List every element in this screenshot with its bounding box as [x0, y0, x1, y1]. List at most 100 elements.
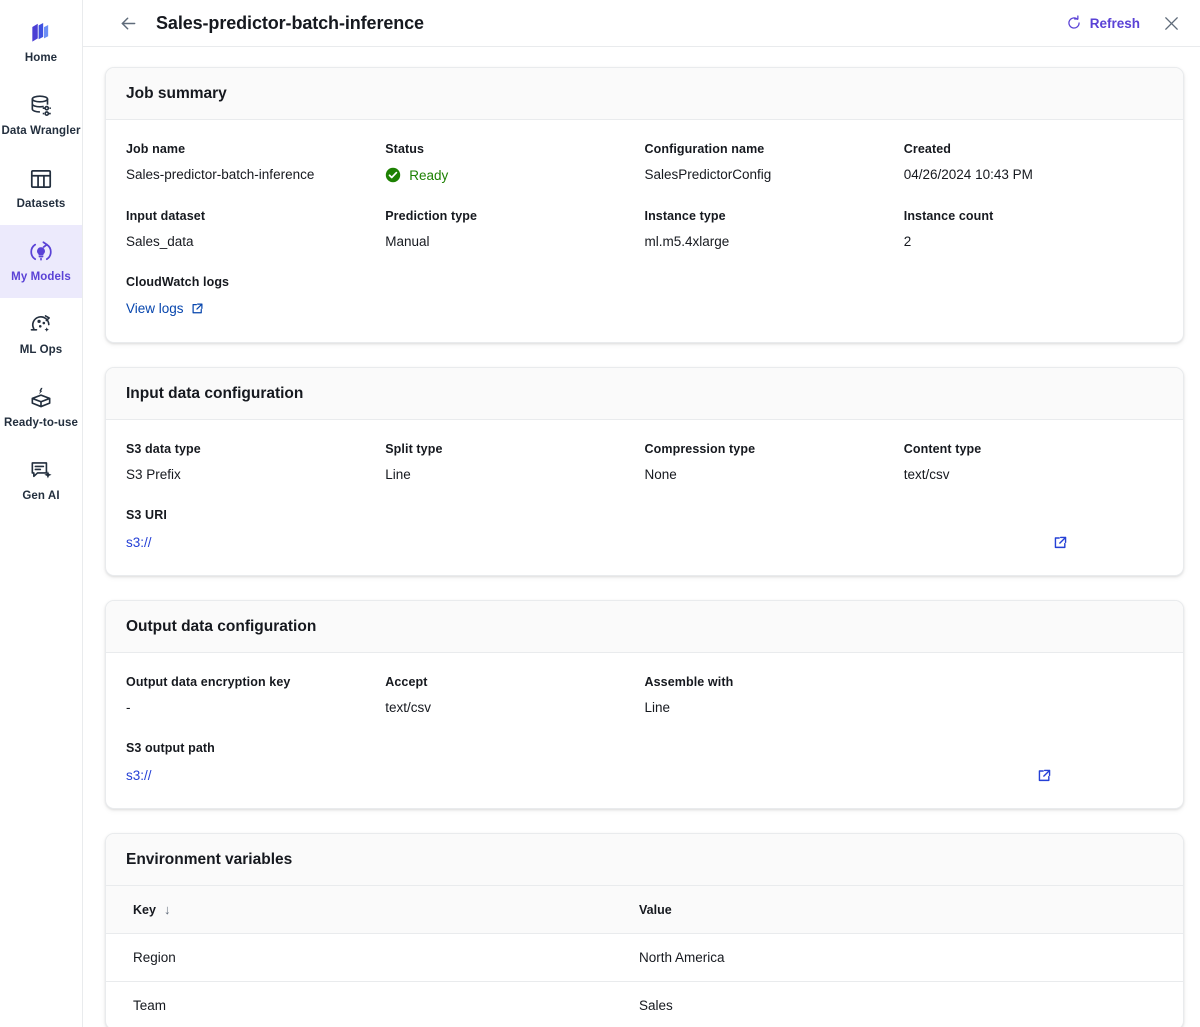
view-logs-link[interactable]: View logs	[126, 301, 204, 316]
field-label: S3 URI	[126, 508, 1163, 522]
field-label: Input dataset	[126, 209, 385, 223]
field-value: Sales_data	[126, 234, 385, 249]
app-root: Home Data Wrangler	[0, 0, 1200, 1027]
field-assemble-with: Assemble with Line	[645, 675, 904, 715]
field-label: Job name	[126, 142, 385, 156]
sidebar-item-label: My Models	[11, 272, 71, 284]
sidebar-item-label: Gen AI	[22, 491, 59, 503]
content-scroll-area: Job summary Job name Sales-predictor-bat…	[83, 47, 1200, 1027]
sidebar-item-label: Datasets	[17, 199, 66, 211]
table-header-row: Key ↓ Value	[106, 886, 1183, 934]
field-prediction-type: Prediction type Manual	[385, 209, 644, 249]
field-s3-uri: S3 URI s3://	[126, 508, 1163, 551]
s3-output-path-row: s3://	[126, 766, 1163, 784]
field-value: text/csv	[385, 700, 644, 715]
gen-ai-icon	[28, 458, 54, 484]
status-badge: Ready	[385, 167, 644, 183]
environment-variables-card: Environment variables Key ↓	[105, 833, 1184, 1027]
field-label: Instance type	[645, 209, 904, 223]
input-data-fields: S3 data type S3 Prefix Split type Line C…	[126, 442, 1163, 482]
status-text: Ready	[409, 168, 448, 183]
field-label: Created	[904, 142, 1163, 156]
field-value: 2	[904, 234, 1163, 249]
refresh-button[interactable]: Refresh	[1066, 15, 1140, 31]
ml-ops-icon	[28, 312, 54, 338]
field-content-type: Content type text/csv	[904, 442, 1163, 482]
field-label: Prediction type	[385, 209, 644, 223]
section-title: Input data configuration	[126, 385, 1163, 403]
top-bar: Sales-predictor-batch-inference Refresh	[83, 0, 1200, 47]
sidebar-item-datasets[interactable]: Datasets	[0, 152, 82, 225]
field-value: -	[126, 700, 385, 715]
table-head: Key ↓ Value	[106, 886, 1183, 934]
open-s3-uri-external-link-icon[interactable]	[1051, 533, 1069, 551]
cell-value: Sales	[639, 982, 1183, 1027]
field-label: S3 output path	[126, 741, 1163, 755]
view-logs-label: View logs	[126, 301, 184, 316]
field-value: 04/26/2024 10:43 PM	[904, 167, 1163, 182]
check-circle-icon	[385, 167, 401, 183]
field-value: None	[645, 467, 904, 482]
field-spacer	[904, 675, 1163, 715]
card-header: Job summary	[106, 68, 1183, 120]
card-body: Job name Sales-predictor-batch-inference…	[106, 120, 1183, 342]
left-sidebar: Home Data Wrangler	[0, 0, 83, 1027]
field-label: Output data encryption key	[126, 675, 385, 689]
field-value: Line	[385, 467, 644, 482]
column-header-value[interactable]: Value	[639, 886, 1183, 934]
output-data-configuration-card: Output data configuration Output data en…	[105, 600, 1184, 809]
sort-descending-icon: ↓	[164, 902, 171, 917]
card-header: Output data configuration	[106, 601, 1183, 653]
field-label: Compression type	[645, 442, 904, 456]
field-label: Assemble with	[645, 675, 904, 689]
sidebar-item-data-wrangler[interactable]: Data Wrangler	[0, 79, 82, 152]
cell-key: Region	[106, 934, 639, 982]
column-header-label: Key	[133, 903, 156, 917]
field-value: Line	[645, 700, 904, 715]
field-label: CloudWatch logs	[126, 275, 1163, 289]
table-row: Region North America	[106, 934, 1183, 982]
table-body: Region North America Team Sales	[106, 934, 1183, 1027]
sidebar-item-gen-ai[interactable]: Gen AI	[0, 444, 82, 517]
field-value: SalesPredictorConfig	[645, 167, 904, 182]
field-label: Content type	[904, 442, 1163, 456]
field-s3-output-path: S3 output path s3://	[126, 741, 1163, 784]
field-created: Created 04/26/2024 10:43 PM	[904, 142, 1163, 183]
field-value: Sales-predictor-batch-inference	[126, 167, 385, 182]
s3-output-path-link[interactable]: s3://	[126, 768, 152, 783]
field-cloudwatch-logs: CloudWatch logs View logs	[126, 275, 1163, 318]
field-label: Accept	[385, 675, 644, 689]
arrow-left-icon[interactable]	[117, 12, 139, 34]
field-value: ml.m5.4xlarge	[645, 234, 904, 249]
field-configuration-name: Configuration name SalesPredictorConfig	[645, 142, 904, 183]
input-data-configuration-card: Input data configuration S3 data type S3…	[105, 367, 1184, 576]
sidebar-item-home[interactable]: Home	[0, 6, 82, 79]
column-header-key-inner[interactable]: Key ↓	[133, 902, 170, 917]
home-books-icon	[28, 20, 54, 46]
output-data-fields: Output data encryption key - Accept text…	[126, 675, 1163, 715]
field-label: Split type	[385, 442, 644, 456]
sidebar-item-my-models[interactable]: My Models	[0, 225, 82, 298]
field-value: text/csv	[904, 467, 1163, 482]
sidebar-item-ready-to-use[interactable]: Ready-to-use	[0, 371, 82, 444]
s3-uri-link[interactable]: s3://	[126, 535, 152, 550]
sidebar-item-label: Ready-to-use	[4, 418, 78, 430]
sidebar-item-ml-ops[interactable]: ML Ops	[0, 298, 82, 371]
refresh-label: Refresh	[1090, 16, 1140, 31]
field-s3-data-type: S3 data type S3 Prefix	[126, 442, 385, 482]
card-body: S3 data type S3 Prefix Split type Line C…	[106, 420, 1183, 575]
column-header-key[interactable]: Key ↓	[106, 886, 639, 934]
open-s3-output-path-external-link-icon[interactable]	[1035, 766, 1053, 784]
field-label: S3 data type	[126, 442, 385, 456]
field-value: S3 Prefix	[126, 467, 385, 482]
main-region: Sales-predictor-batch-inference Refresh	[83, 0, 1200, 1027]
sidebar-item-label: Data Wrangler	[1, 126, 80, 138]
field-job-name: Job name Sales-predictor-batch-inference	[126, 142, 385, 183]
s3-uri-row: s3://	[126, 533, 1163, 551]
job-summary-fields: Job name Sales-predictor-batch-inference…	[126, 142, 1163, 249]
datasets-table-icon	[28, 166, 54, 192]
close-icon[interactable]	[1160, 12, 1182, 34]
data-wrangler-icon	[28, 93, 54, 119]
section-title: Environment variables	[126, 851, 1163, 869]
cell-value: North America	[639, 934, 1183, 982]
